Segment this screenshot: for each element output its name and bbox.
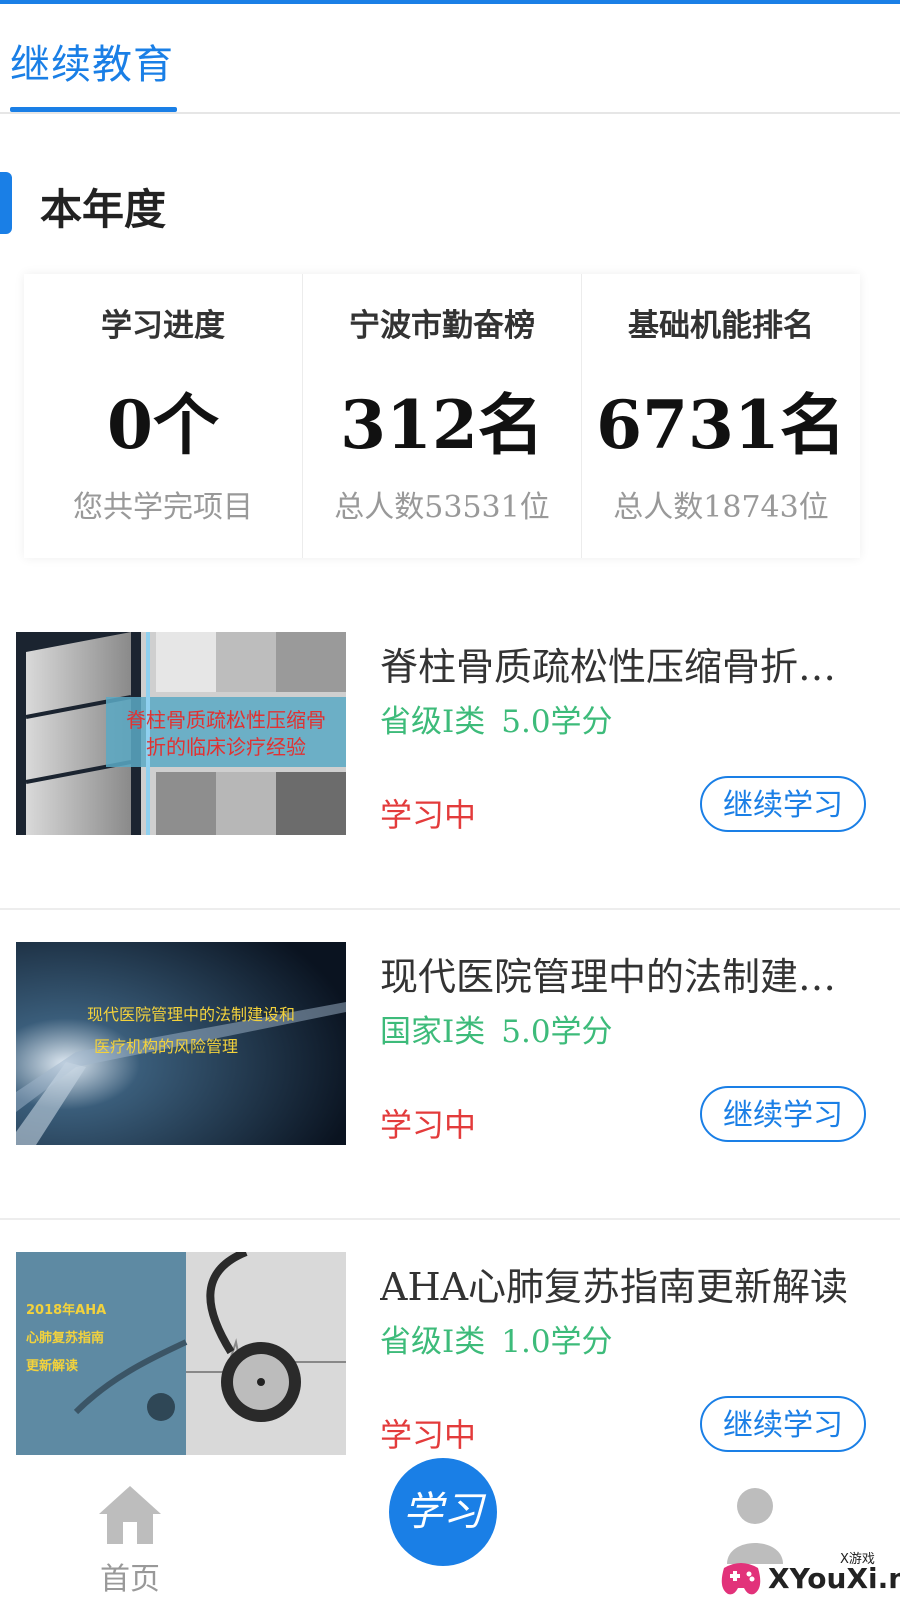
stat-diligence-rank[interactable]: 宁波市勤奋榜 312名 总人数53531位 — [303, 274, 582, 558]
course-thumbnail[interactable]: 脊柱骨质疏松性压缩骨 折的临床诊疗经验 — [16, 632, 346, 835]
section-marker — [0, 172, 12, 234]
course-status: 学习中 — [380, 1416, 477, 1454]
stat-label: 基础机能排名 — [628, 308, 814, 344]
course-title[interactable]: AHA心肺复苏指南更新解读 — [380, 1256, 880, 1311]
course-credits: 1.0学分 — [501, 1324, 613, 1360]
course-level: 省级I类 — [380, 1324, 486, 1360]
continue-study-button[interactable]: 继续学习 — [700, 776, 866, 832]
tab-underline — [10, 107, 177, 112]
tab-bar: 继续教育 — [0, 4, 900, 114]
stat-label: 宁波市勤奋榜 — [349, 308, 535, 344]
thumb-text: 更新解读 — [26, 1358, 78, 1374]
stats-panel: 学习进度 0个 您共学完项目 宁波市勤奋榜 312名 总人数53531位 基础机… — [24, 274, 860, 558]
gamepad-logo-icon — [721, 1563, 761, 1595]
thumb-text: 心肺复苏指南 — [26, 1330, 104, 1346]
stat-value: 312名 — [340, 386, 544, 464]
watermark-text: XYouXi.net — [768, 1562, 900, 1595]
course-meta: 省级I类 5.0学分 — [380, 696, 629, 741]
thumb-text: 医疗机构的风险管理 — [94, 1037, 238, 1056]
course-meta: 省级I类 1.0学分 — [380, 1316, 629, 1361]
continue-study-button[interactable]: 继续学习 — [700, 1396, 866, 1452]
site-watermark: X游戏 XYouXi.net — [720, 1548, 900, 1600]
stat-basic-skill-rank[interactable]: 基础机能排名 6731名 总人数18743位 — [582, 274, 860, 558]
course-thumbnail[interactable]: 2018年AHA 心肺复苏指南 更新解读 — [16, 1252, 346, 1455]
course-status: 学习中 — [380, 1106, 477, 1144]
thumb-text: 折的临床诊疗经验 — [146, 735, 306, 759]
thumb-text: 脊柱骨质疏松性压缩骨 — [126, 708, 326, 732]
course-thumbnail[interactable]: 现代医院管理中的法制建设和 医疗机构的风险管理 — [16, 942, 346, 1145]
course-credits: 5.0学分 — [501, 1014, 613, 1050]
stat-value: 6731名 — [596, 386, 846, 464]
course-credits: 5.0学分 — [501, 704, 613, 740]
nav-study-button[interactable]: 学习 — [389, 1458, 497, 1566]
course-title[interactable]: 脊柱骨质疏松性压缩骨折… — [380, 636, 880, 691]
stat-sub: 总人数53531位 — [334, 490, 550, 525]
course-item[interactable]: 脊柱骨质疏松性压缩骨 折的临床诊疗经验 脊柱骨质疏松性压缩骨折… 省级I类 5.0… — [0, 598, 900, 910]
thumb-text: 现代医院管理中的法制建设和 — [87, 1005, 295, 1024]
thumb-text: 2018年AHA — [26, 1302, 106, 1318]
course-status: 学习中 — [380, 796, 477, 834]
section-title: 本年度 — [40, 185, 167, 234]
nav-home-label: 首页 — [100, 1562, 160, 1597]
home-icon — [99, 1486, 161, 1544]
course-meta: 国家I类 5.0学分 — [380, 1006, 629, 1051]
course-title[interactable]: 现代医院管理中的法制建… — [380, 946, 880, 1001]
nav-home[interactable]: 首页 — [90, 1484, 170, 1598]
stat-value: 0个 — [107, 386, 219, 464]
stat-progress[interactable]: 学习进度 0个 您共学完项目 — [24, 274, 303, 558]
continue-study-button[interactable]: 继续学习 — [700, 1086, 866, 1142]
course-item[interactable]: 现代医院管理中的法制建设和 医疗机构的风险管理 现代医院管理中的法制建… 国家I… — [0, 908, 900, 1220]
tab-continuing-education[interactable]: 继续教育 — [10, 32, 174, 90]
course-level: 国家I类 — [380, 1014, 486, 1050]
course-level: 省级I类 — [380, 704, 486, 740]
stat-label: 学习进度 — [101, 308, 225, 344]
stat-sub: 总人数18743位 — [613, 490, 829, 525]
stat-sub: 您共学完项目 — [73, 490, 253, 525]
